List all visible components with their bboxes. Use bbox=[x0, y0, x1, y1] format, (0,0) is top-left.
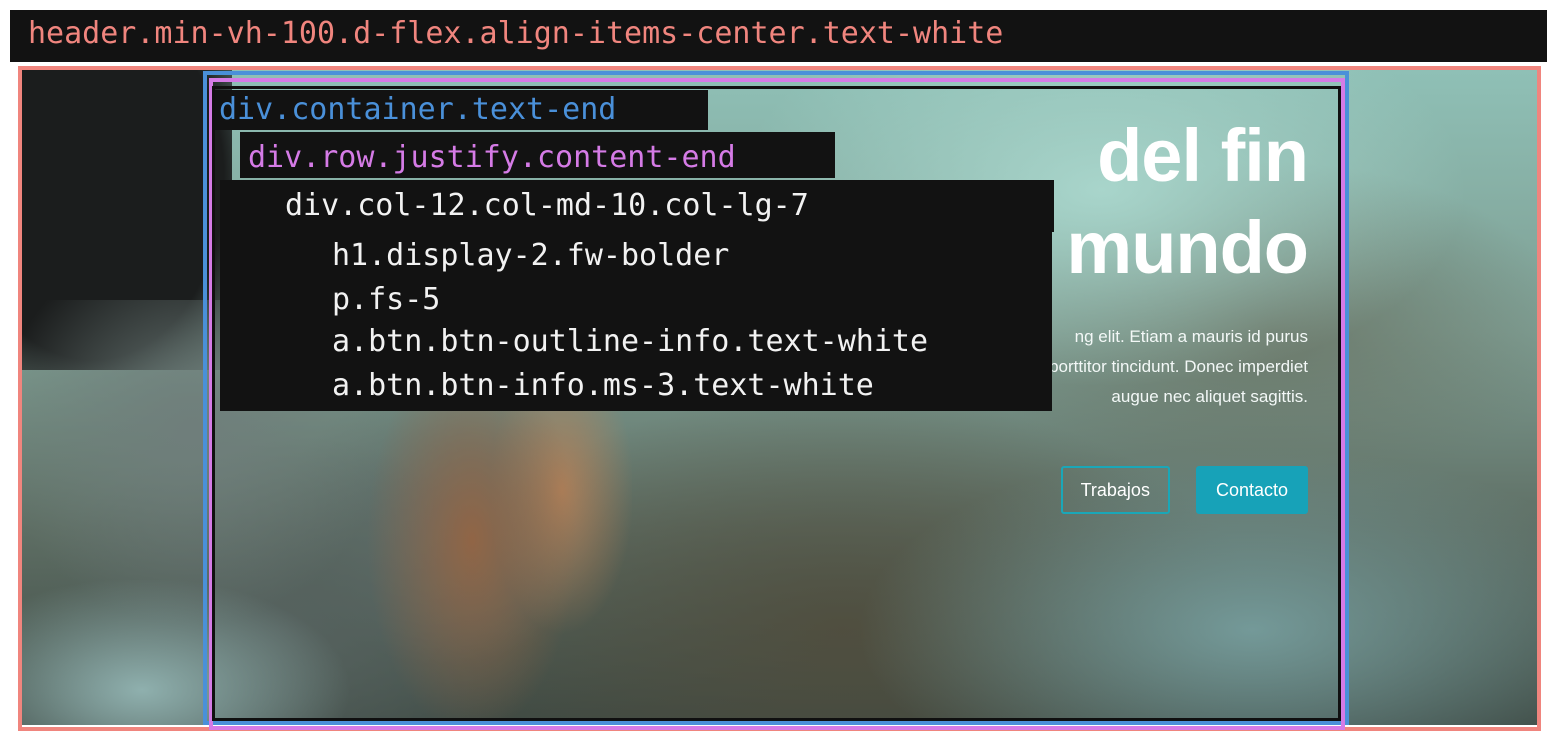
trabajos-button[interactable]: Trabajos bbox=[1060, 466, 1170, 514]
child-selector-p: p.fs-5 bbox=[332, 282, 441, 317]
hero-paragraph-line-1: ng elit. Etiam a mauris id purus bbox=[1074, 327, 1308, 346]
contacto-button[interactable]: Contacto bbox=[1195, 466, 1308, 514]
container-selector-label: div.container.text-end bbox=[219, 92, 617, 127]
hero-paragraph-line-3: augue nec aliquet sagittis. bbox=[1111, 387, 1308, 406]
child-selector-btn-outline: a.btn.btn-outline-info.text-white bbox=[332, 324, 929, 359]
col-selector-label: div.col-12.col-md-10.col-lg-7 bbox=[285, 188, 809, 223]
header-selector-label: header.min-vh-100.d-flex.align-items-cen… bbox=[10, 10, 1547, 62]
hero-actions: Trabajos Contacto bbox=[620, 466, 1308, 514]
hero-title-line-2: mundo bbox=[1066, 206, 1309, 289]
photo-hair-region bbox=[352, 370, 632, 725]
row-selector-label: div.row.justify.content-end bbox=[248, 140, 736, 175]
hero-title-line-1: del fin bbox=[1097, 114, 1309, 197]
child-selector-h1: h1.display-2.fw-bolder bbox=[332, 238, 730, 273]
child-selector-btn-info: a.btn.btn-info.ms-3.text-white bbox=[332, 368, 874, 403]
page-stage: header.min-vh-100.d-flex.align-items-cen… bbox=[0, 0, 1557, 744]
photo-jacket-region bbox=[22, 580, 352, 725]
